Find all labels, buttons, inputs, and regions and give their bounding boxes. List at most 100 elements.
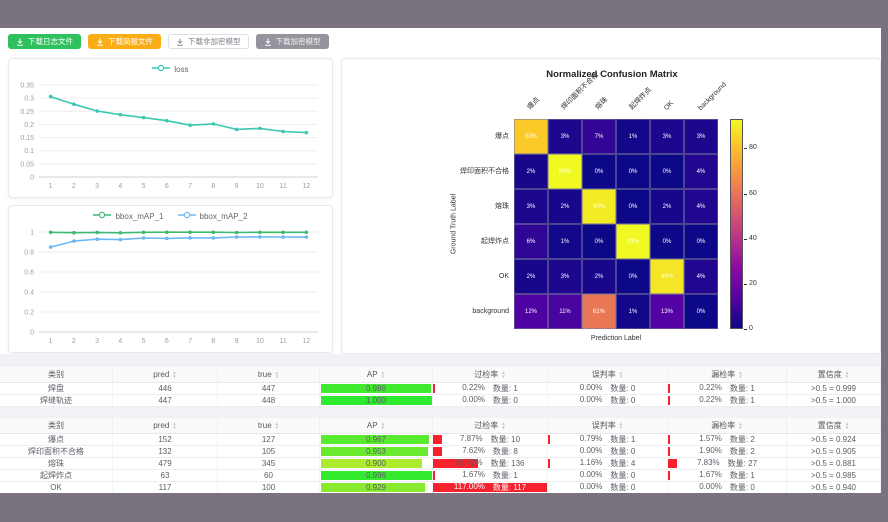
button-label: 下载加密模型 <box>276 36 321 47</box>
true-cell: 447 <box>218 383 320 394</box>
download-plain-model-button[interactable]: 下载非加密模型 <box>168 34 249 49</box>
colorbar-tick-label: 0 <box>749 325 753 332</box>
column-header-误判率[interactable]: 误判率▲▼ <box>548 418 668 433</box>
matrix-cell: 93% <box>548 154 582 189</box>
column-header-label: 漏检率 <box>711 420 735 431</box>
miss-rate-cell: 0.22%数量: 1 <box>668 395 787 406</box>
column-header-过检率[interactable]: 过检率▲▼ <box>433 367 548 382</box>
colorbar-tick <box>744 284 747 285</box>
column-header-pred[interactable]: pred▲▼ <box>113 367 218 382</box>
column-header-true[interactable]: true▲▼ <box>218 367 320 382</box>
misjudge-rate-cell: 0.79%数量: 1 <box>548 434 668 445</box>
matrix-cell: 2% <box>514 154 548 189</box>
svg-text:0: 0 <box>30 330 34 337</box>
svg-text:0.8: 0.8 <box>24 250 34 257</box>
column-header-误判率[interactable]: 误判率▲▼ <box>548 367 668 382</box>
sort-carets-icon[interactable]: ▲▼ <box>845 371 849 378</box>
sort-carets-icon[interactable]: ▲▼ <box>501 371 505 378</box>
table-header-row: 类别pred▲▼true▲▼AP▲▼过检率▲▼误判率▲▼漏检率▲▼置信度▲▼ <box>0 367 881 383</box>
matrix-cell: 4% <box>684 259 718 294</box>
sort-carets-icon[interactable]: ▲▼ <box>275 422 279 429</box>
column-header-AP[interactable]: AP▲▼ <box>320 418 433 433</box>
miss-rate-cell: 1.57%数量: 2 <box>668 434 787 445</box>
rate-bar <box>433 471 435 480</box>
rate-bar <box>433 447 442 456</box>
sort-carets-icon[interactable]: ▲▼ <box>381 422 385 429</box>
column-header-label: 漏检率 <box>711 369 735 380</box>
confidence-cell: >0.5 = 0.924 <box>787 434 881 445</box>
sort-carets-icon[interactable]: ▲▼ <box>501 422 505 429</box>
ap-cell: 0.986 <box>320 383 433 394</box>
rate-bar <box>433 435 442 444</box>
confidence-cell: >0.5 = 0.999 <box>787 383 881 394</box>
matrix-cell: 7% <box>582 119 616 154</box>
category-cell: 起焊炸点 <box>0 470 113 481</box>
colorbar-tick-label: 40 <box>749 235 757 242</box>
sort-carets-icon[interactable]: ▲▼ <box>381 371 385 378</box>
svg-text:2: 2 <box>72 338 76 345</box>
confidence-cell: >0.5 = 0.985 <box>787 470 881 481</box>
svg-text:8: 8 <box>211 338 215 345</box>
matrix-y-tick-label: 熔珠 <box>342 189 509 224</box>
download-encrypted-model-button[interactable]: 下载加密模型 <box>256 34 329 49</box>
confidence-cell: >0.5 = 0.905 <box>787 446 881 457</box>
sort-carets-icon[interactable]: ▲▼ <box>738 371 742 378</box>
column-header-置信度[interactable]: 置信度▲▼ <box>787 367 881 382</box>
legend-item-loss[interactable]: loss <box>152 64 188 74</box>
metrics-tables: 类别pred▲▼true▲▼AP▲▼过检率▲▼误判率▲▼漏检率▲▼置信度▲▼焊盘… <box>0 354 881 494</box>
category-cell: 熔珠 <box>0 458 113 469</box>
sort-carets-icon[interactable]: ▲▼ <box>172 422 176 429</box>
column-header-AP[interactable]: AP▲▼ <box>320 367 433 382</box>
column-header-漏检率[interactable]: 漏检率▲▼ <box>668 418 787 433</box>
legend-item-bbox_mAP_1[interactable]: bbox_mAP_1 <box>93 211 163 221</box>
download-report-file-button[interactable]: 下载简报文件 <box>88 34 161 49</box>
svg-text:0: 0 <box>30 175 34 182</box>
rate-bar <box>668 435 670 444</box>
matrix-cell: 4% <box>684 189 718 224</box>
column-header-置信度[interactable]: 置信度▲▼ <box>787 418 881 433</box>
download-log-file-button[interactable]: 下载日志文件 <box>8 34 81 49</box>
legend-marker-icon <box>178 211 196 221</box>
sort-carets-icon[interactable]: ▲▼ <box>845 422 849 429</box>
legend-item-bbox_mAP_2[interactable]: bbox_mAP_2 <box>178 211 248 221</box>
over-rate-cell: 0.00%数量: 0 <box>433 395 548 406</box>
column-header-label: 类别 <box>48 369 64 380</box>
matrix-ylabel: Ground Truth Label <box>451 194 458 254</box>
sort-carets-icon[interactable]: ▲▼ <box>275 371 279 378</box>
matrix-cell: 0% <box>582 154 616 189</box>
true-cell: 448 <box>218 395 320 406</box>
column-header-pred[interactable]: pred▲▼ <box>113 418 218 433</box>
true-cell: 127 <box>218 434 320 445</box>
sort-carets-icon[interactable]: ▲▼ <box>619 422 623 429</box>
column-header-过检率[interactable]: 过检率▲▼ <box>433 418 548 433</box>
svg-text:10: 10 <box>256 183 264 190</box>
button-label: 下载简报文件 <box>108 36 153 47</box>
sort-carets-icon[interactable]: ▲▼ <box>619 371 623 378</box>
pred-cell: 63 <box>113 470 218 481</box>
pred-cell: 479 <box>113 458 218 469</box>
colorbar-tick <box>744 194 747 195</box>
matrix-cell: 13% <box>650 294 684 329</box>
column-header-漏检率[interactable]: 漏检率▲▼ <box>668 367 787 382</box>
true-cell: 100 <box>218 482 320 493</box>
pred-cell: 446 <box>113 383 218 394</box>
legend-label: loss <box>174 65 188 74</box>
true-cell: 345 <box>218 458 320 469</box>
svg-text:0.1: 0.1 <box>24 148 34 155</box>
button-label: 下载日志文件 <box>28 36 73 47</box>
column-header-true[interactable]: true▲▼ <box>218 418 320 433</box>
sort-carets-icon[interactable]: ▲▼ <box>738 422 742 429</box>
legend-label: bbox_mAP_2 <box>200 212 248 221</box>
loss-chart-card: loss00.050.10.150.20.250.30.351234567891… <box>8 58 333 198</box>
legend-marker-icon <box>152 64 170 74</box>
column-header-label: 过检率 <box>474 420 498 431</box>
matrix-cell: 61% <box>582 294 616 329</box>
svg-text:8: 8 <box>211 183 215 190</box>
colorbar-tick-label: 20 <box>749 280 757 287</box>
download-icon <box>264 38 272 46</box>
colorbar-tick-label: 80 <box>749 144 757 151</box>
sort-carets-icon[interactable]: ▲▼ <box>172 371 176 378</box>
rate-bar <box>668 459 677 468</box>
column-header-label: true <box>258 421 272 430</box>
svg-text:12: 12 <box>302 183 310 190</box>
